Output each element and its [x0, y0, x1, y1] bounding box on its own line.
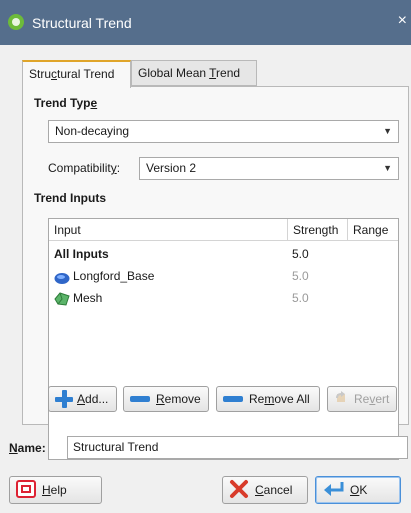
name-label: Name: [9, 441, 46, 455]
add-button[interactable]: Add... [48, 386, 117, 412]
structural-trend-dialog: Structural Trend × Structural Trend Glob… [0, 0, 411, 513]
name-field[interactable]: Structural Trend [67, 436, 408, 459]
table-row[interactable]: Mesh 5.0 [49, 287, 405, 309]
chevron-down-icon[interactable]: ▼ [383, 121, 392, 142]
close-icon[interactable]: × [398, 12, 407, 30]
help-button[interactable]: Help [9, 476, 102, 504]
cancel-button[interactable]: Cancel [222, 476, 308, 504]
ok-icon [322, 480, 344, 501]
trend-type-select[interactable]: Non-decaying ▼ [48, 120, 399, 143]
minus-icon [223, 396, 243, 402]
trend-type-heading: Trend Type [34, 96, 98, 110]
compatibility-value: Version 2 [146, 161, 197, 175]
column-header-input[interactable]: Input [49, 219, 288, 241]
title-bar[interactable]: Structural Trend × [0, 0, 411, 45]
trend-inputs-heading: Trend Inputs [34, 191, 106, 205]
trend-type-value: Non-decaying [55, 124, 130, 138]
window-title: Structural Trend [32, 15, 132, 31]
tab-global-mean-trend[interactable]: Global Mean Trend [131, 60, 257, 86]
input-strength[interactable]: 5.0 [292, 243, 309, 265]
tab-mnemonic: T [209, 66, 217, 80]
tab-label: Global Mean [138, 66, 210, 80]
help-icon [16, 479, 36, 501]
input-name: Mesh [73, 291, 103, 305]
table-row[interactable]: Longford_Base 5.0 [49, 265, 405, 287]
remove-all-button[interactable]: Re m ove All [216, 386, 320, 412]
table-header: Input Strength Range [49, 219, 398, 241]
app-logo-icon [8, 14, 24, 30]
input-strength[interactable]: 5.0 [292, 287, 309, 309]
trend-inputs-table[interactable]: Input Strength Range All Inputs 5.0 Long… [48, 218, 399, 460]
compatibility-label: Compatibility: [48, 161, 121, 175]
column-header-strength[interactable]: Strength [288, 219, 348, 241]
tab-label: rend [216, 66, 241, 80]
plus-icon [55, 390, 73, 408]
cancel-icon [229, 479, 249, 502]
ok-button[interactable]: OK [315, 476, 401, 504]
tab-label: Stru [29, 67, 52, 81]
chevron-down-icon[interactable]: ▼ [383, 158, 392, 179]
input-name: Longford_Base [73, 269, 155, 283]
input-name: All Inputs [54, 247, 109, 261]
tab-panel: Trend Type Non-decaying ▼ Compatibility:… [22, 86, 409, 460]
tab-label: tural Trend [57, 67, 115, 81]
tab-structural-trend[interactable]: Structural Trend [22, 60, 131, 88]
column-header-range[interactable]: Range [348, 219, 398, 241]
remove-button[interactable]: Remove [123, 386, 209, 412]
compatibility-select[interactable]: Version 2 ▼ [139, 157, 399, 180]
minus-icon [130, 396, 150, 402]
revert-button[interactable]: Re v ert [327, 386, 397, 412]
revert-icon [334, 390, 348, 408]
table-row[interactable]: All Inputs 5.0 [49, 243, 405, 265]
input-strength[interactable]: 5.0 [292, 265, 309, 287]
mesh-icon [54, 291, 70, 313]
